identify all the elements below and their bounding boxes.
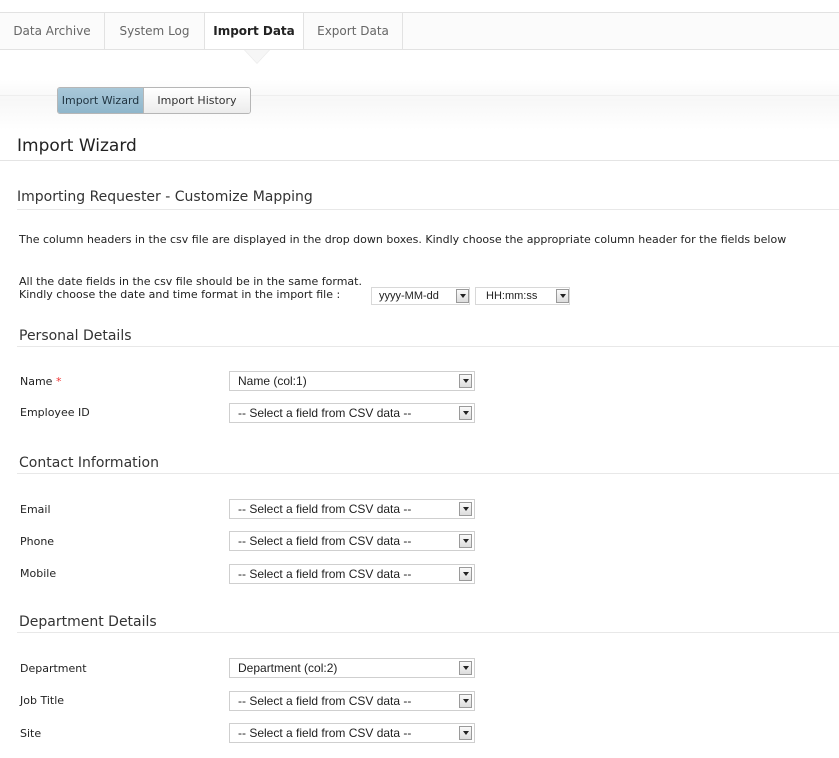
tab-data-archive[interactable]: Data Archive bbox=[0, 13, 105, 49]
date-format-value: yyyy-MM-dd bbox=[379, 290, 439, 302]
select-value: Name (col:1) bbox=[238, 374, 307, 388]
select-value: Department (col:2) bbox=[238, 661, 338, 675]
instruction-text-2: All the date fields in the csv file shou… bbox=[19, 275, 362, 288]
chevron-down-icon bbox=[459, 406, 472, 420]
phone-mapping-select[interactable]: -- Select a field from CSV data -- bbox=[229, 531, 475, 551]
chevron-down-icon bbox=[556, 289, 569, 303]
department-mapping-select[interactable]: Department (col:2) bbox=[229, 658, 475, 678]
date-format-select[interactable]: yyyy-MM-dd bbox=[371, 287, 470, 305]
section-divider bbox=[17, 632, 839, 633]
section-title-department: Department Details bbox=[19, 614, 157, 630]
select-value: -- Select a field from CSV data -- bbox=[238, 726, 412, 740]
field-label-name: Name * bbox=[20, 375, 61, 388]
field-label-phone: Phone bbox=[20, 535, 55, 548]
mobile-mapping-select[interactable]: -- Select a field from CSV data -- bbox=[229, 564, 475, 584]
field-label-job-title: Job Title bbox=[20, 694, 65, 707]
field-label-mobile: Mobile bbox=[20, 567, 57, 580]
top-tab-bar: Data Archive System Log Import Data Expo… bbox=[0, 12, 839, 50]
subtab-group: Import Wizard Import History bbox=[57, 87, 251, 114]
job-title-mapping-select[interactable]: -- Select a field from CSV data -- bbox=[229, 691, 475, 711]
select-value: -- Select a field from CSV data -- bbox=[238, 406, 412, 420]
instruction-text-3: Kindly choose the date and time format i… bbox=[19, 288, 341, 301]
chevron-down-icon bbox=[459, 502, 472, 516]
chevron-down-icon bbox=[456, 289, 469, 303]
select-value: -- Select a field from CSV data -- bbox=[238, 567, 412, 581]
instruction-text-1: The column headers in the csv file are d… bbox=[19, 233, 787, 246]
time-format-select[interactable]: HH:mm:ss bbox=[475, 287, 570, 305]
time-format-value: HH:mm:ss bbox=[486, 290, 538, 302]
tab-system-log[interactable]: System Log bbox=[105, 13, 205, 49]
chevron-down-icon bbox=[459, 726, 472, 740]
page-title: Import Wizard bbox=[17, 136, 137, 156]
title-divider bbox=[0, 160, 839, 161]
subtab-import-history[interactable]: Import History bbox=[144, 88, 250, 113]
subtitle-divider bbox=[17, 209, 839, 210]
field-label-email: Email bbox=[20, 503, 51, 516]
section-title-contact: Contact Information bbox=[19, 455, 159, 471]
active-tab-pointer-inner bbox=[245, 50, 269, 63]
select-value: -- Select a field from CSV data -- bbox=[238, 694, 412, 708]
chevron-down-icon bbox=[459, 567, 472, 581]
field-label-site: Site bbox=[20, 727, 42, 740]
select-value: -- Select a field from CSV data -- bbox=[238, 534, 412, 548]
field-label-department: Department bbox=[20, 662, 87, 675]
chevron-down-icon bbox=[459, 694, 472, 708]
required-marker: * bbox=[55, 375, 62, 388]
field-label-text: Name bbox=[20, 375, 53, 388]
select-value: -- Select a field from CSV data -- bbox=[238, 502, 412, 516]
name-mapping-select[interactable]: Name (col:1) bbox=[229, 371, 475, 391]
section-title-personal: Personal Details bbox=[19, 328, 132, 344]
section-divider bbox=[17, 346, 839, 347]
field-label-employee-id: Employee ID bbox=[20, 406, 90, 419]
chevron-down-icon bbox=[459, 374, 472, 388]
subtab-import-wizard[interactable]: Import Wizard bbox=[58, 88, 144, 113]
wizard-subtitle: Importing Requester - Customize Mapping bbox=[17, 189, 313, 205]
tab-import-data[interactable]: Import Data bbox=[205, 13, 304, 49]
chevron-down-icon bbox=[459, 534, 472, 548]
tab-export-data[interactable]: Export Data bbox=[304, 13, 403, 49]
section-divider bbox=[17, 473, 839, 474]
chevron-down-icon bbox=[459, 661, 472, 675]
site-mapping-select[interactable]: -- Select a field from CSV data -- bbox=[229, 723, 475, 743]
email-mapping-select[interactable]: -- Select a field from CSV data -- bbox=[229, 499, 475, 519]
employee-id-mapping-select[interactable]: -- Select a field from CSV data -- bbox=[229, 403, 475, 423]
